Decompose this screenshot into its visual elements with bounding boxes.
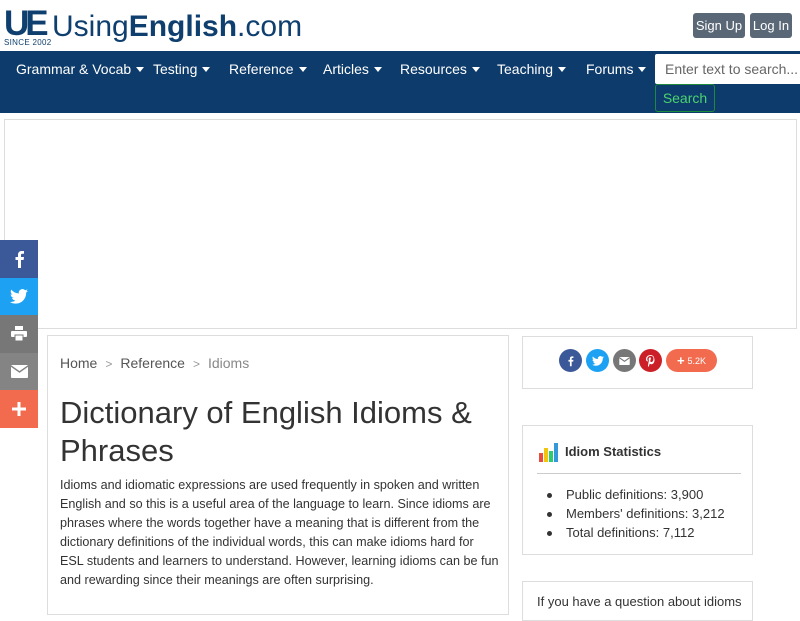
page-title: Dictionary of English Idioms & Phrases	[60, 395, 472, 468]
stats-value: 3,212	[692, 506, 725, 521]
caret-down-icon	[373, 67, 382, 72]
twitter-icon[interactable]	[586, 349, 609, 372]
caret-down-icon	[298, 67, 307, 72]
logo-since: SINCE 2002	[4, 38, 52, 47]
nav-resources[interactable]: Resources	[400, 61, 480, 77]
plus-icon[interactable]	[0, 390, 38, 428]
nav-forums[interactable]: Forums	[586, 61, 647, 77]
breadcrumb-reference[interactable]: Reference	[120, 355, 185, 371]
nav-grammar-vocab[interactable]: Grammar & Vocab	[16, 61, 145, 77]
nav-testing[interactable]: Testing	[153, 61, 211, 77]
main-content: Home > Reference > Idioms Dictionary of Engl…	[47, 335, 509, 615]
logo-name-suffix: .com	[237, 10, 303, 43]
ad-banner-area	[4, 119, 797, 329]
stats-members: Members' definitions: 3,212	[547, 504, 725, 523]
caret-down-icon	[638, 67, 647, 72]
caret-down-icon	[136, 67, 145, 72]
share-count-button[interactable]: +5.2K	[666, 349, 717, 372]
main-nav: Grammar & Vocab Testing Reference Articl…	[0, 51, 800, 113]
stats-label: Total definitions:	[566, 525, 660, 540]
site-header: UE SINCE 2002 UsingEnglish.com Sign Up L…	[0, 0, 800, 51]
page-intro: Idioms and idiomatic expressions are use…	[60, 478, 499, 587]
logo-name-prefix: Using	[52, 10, 129, 43]
nav-reference[interactable]: Reference	[229, 61, 307, 77]
breadcrumb-separator: >	[192, 357, 200, 371]
caret-down-icon	[202, 67, 211, 72]
logo-name-bold: English	[128, 10, 238, 43]
logo-wordmark: UsingEnglish.com	[52, 10, 302, 44]
stats-label: Public definitions:	[566, 487, 668, 502]
signup-button[interactable]: Sign Up	[693, 13, 745, 38]
nav-label: Grammar & Vocab	[16, 61, 132, 77]
plus-icon: +	[676, 353, 685, 368]
pinterest-icon[interactable]	[639, 349, 662, 372]
stats-label: Members' definitions:	[566, 506, 689, 521]
stats-value: 3,900	[670, 487, 704, 502]
idiom-statistics-card: Idiom Statistics Public definitions: 3,9…	[522, 425, 753, 555]
stats-divider	[537, 473, 741, 474]
breadcrumb-home[interactable]: Home	[60, 355, 97, 371]
stats-public: Public definitions: 3,900	[547, 485, 725, 504]
nav-teaching[interactable]: Teaching	[497, 61, 567, 77]
nav-label: Testing	[153, 61, 198, 77]
twitter-icon[interactable]	[0, 277, 38, 316]
breadcrumb-separator: >	[105, 357, 113, 371]
breadcrumb-current: Idioms	[207, 355, 250, 371]
print-icon[interactable]	[0, 315, 38, 353]
caret-down-icon	[558, 67, 567, 72]
nav-label: Forums	[586, 61, 634, 77]
nav-label: Resources	[400, 61, 467, 77]
email-icon[interactable]	[613, 349, 636, 372]
nav-label: Reference	[229, 61, 294, 77]
share-card: +5.2K	[522, 336, 753, 389]
facebook-icon[interactable]	[559, 349, 582, 372]
caret-down-icon	[471, 67, 480, 72]
stats-title: Idiom Statistics	[565, 444, 662, 459]
site-logo[interactable]: UE SINCE 2002 UsingEnglish.com	[4, 6, 304, 48]
login-button[interactable]: Log In	[750, 13, 792, 38]
share-count: 5.2K	[687, 356, 707, 366]
search-button[interactable]: Search	[655, 84, 715, 112]
share-sidebar	[0, 240, 38, 428]
facebook-icon[interactable]	[0, 240, 38, 278]
stats-list: Public definitions: 3,900 Members' defin…	[547, 485, 725, 542]
search-input[interactable]	[655, 54, 800, 84]
breadcrumb: Home > Reference > Idioms	[60, 355, 249, 371]
email-icon[interactable]	[0, 352, 38, 391]
nav-label: Articles	[323, 61, 369, 77]
question-card-text: If you have a question about idioms	[537, 594, 742, 609]
question-card: If you have a question about idioms	[522, 581, 753, 621]
stats-value: 7,112	[662, 525, 695, 540]
stats-total: Total definitions: 7,112	[547, 523, 725, 542]
nav-articles[interactable]: Articles	[323, 61, 382, 77]
bar-chart-icon	[539, 443, 558, 462]
nav-label: Teaching	[497, 61, 554, 77]
